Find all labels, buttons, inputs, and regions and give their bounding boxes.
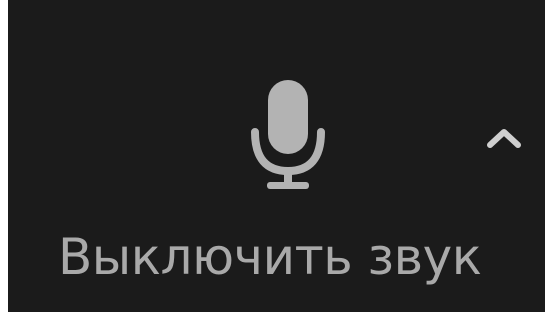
mute-audio-label: Выключить звук bbox=[58, 228, 482, 286]
chevron-up-icon[interactable] bbox=[484, 124, 524, 152]
microphone-icon bbox=[251, 80, 325, 189]
screenshot-frame: Выключить звук bbox=[0, 0, 545, 318]
